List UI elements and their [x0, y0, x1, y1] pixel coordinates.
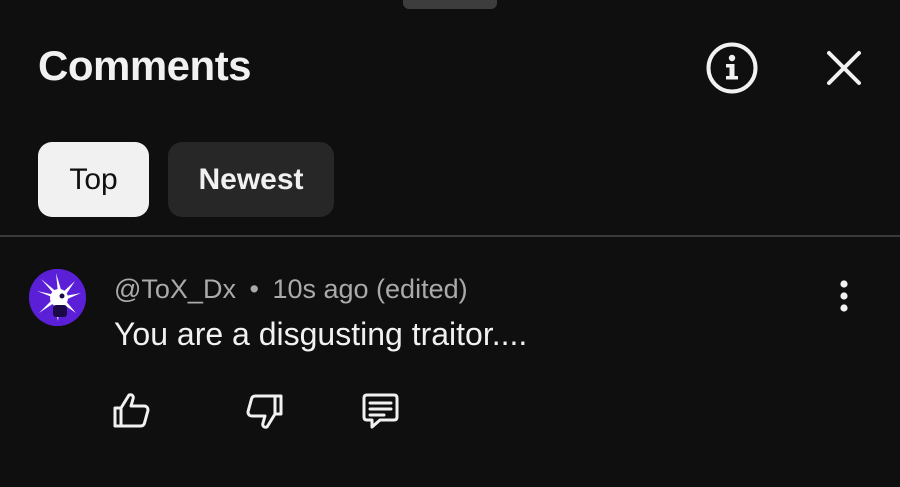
dislike-button[interactable] — [242, 389, 286, 433]
comment-meta: @ToX_Dx • 10s ago (edited) — [114, 272, 468, 306]
filter-chip-newest[interactable]: Newest — [168, 142, 334, 217]
like-button[interactable] — [110, 389, 154, 433]
thumbs-up-icon — [113, 393, 150, 428]
avatar[interactable] — [29, 269, 86, 326]
comment-menu-button[interactable] — [828, 278, 860, 316]
close-icon — [827, 51, 861, 85]
comment-author[interactable]: @ToX_Dx — [114, 274, 236, 304]
reply-icon — [362, 393, 399, 429]
filter-chip-top[interactable]: Top — [38, 142, 149, 217]
avatar-image — [29, 269, 86, 326]
info-button[interactable] — [705, 41, 759, 95]
reply-button[interactable] — [358, 389, 402, 433]
divider — [0, 235, 900, 237]
comment-edited: (edited) — [376, 274, 468, 304]
more-vertical-icon — [840, 280, 848, 312]
info-circle-icon — [706, 42, 758, 94]
sheet-title: Comments — [38, 42, 252, 89]
comment-text: You are a disgusting traitor.... — [114, 316, 528, 352]
comment-time: 10s ago — [272, 274, 369, 304]
meta-separator: • — [249, 274, 259, 304]
thumbs-down-icon — [246, 394, 283, 429]
close-button[interactable] — [818, 42, 870, 94]
drag-handle[interactable] — [403, 0, 497, 9]
